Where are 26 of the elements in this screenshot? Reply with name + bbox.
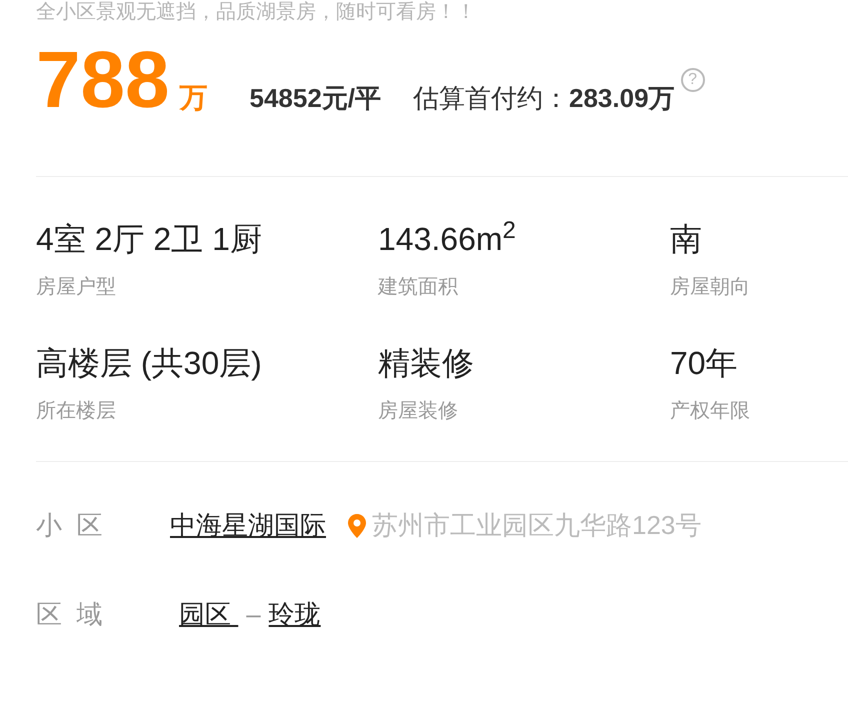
attribute-value: 70年 [670, 344, 739, 383]
community-address: 苏州市工业园区九华路123号 [372, 509, 702, 542]
attribute-value: 南 [670, 220, 703, 259]
attribute-label: 建筑面积 [378, 275, 459, 300]
attribute-label: 所在楼层 [36, 399, 117, 424]
attribute-label: 房屋户型 [36, 275, 117, 300]
attribute-label: 房屋装修 [378, 399, 459, 424]
area-label: 区 域 [36, 598, 104, 631]
community-label: 小 区 [36, 509, 104, 542]
total-price: 788 [36, 40, 170, 120]
block-link[interactable]: 玲珑 [268, 595, 321, 634]
attribute-label: 产权年限 [670, 399, 751, 424]
price-unit: 万 [179, 81, 208, 115]
down-payment: 283.09万 [569, 82, 675, 115]
attribute-value: 4室 2厅 2卫 1厨 [36, 220, 263, 259]
location-pin-icon [348, 514, 366, 538]
district-link[interactable]: 园区 [179, 595, 238, 634]
attribute-value: 143.66m$^{2}$ [378, 217, 517, 259]
community-link[interactable]: 中海星湖国际 [170, 506, 326, 545]
separator: – [246, 598, 261, 631]
attribute-label: 房屋朝向 [670, 275, 751, 300]
unit-price: 54852元/平 [249, 82, 382, 115]
attribute-value: 高楼层 (共30层) [36, 344, 263, 383]
down-payment-label: 估算首付约： [413, 82, 570, 115]
attribute-value: 精装修 [378, 344, 475, 383]
subtitle: 全小区景观无遮挡，品质湖景房，随时可看房！！ [36, 0, 477, 25]
